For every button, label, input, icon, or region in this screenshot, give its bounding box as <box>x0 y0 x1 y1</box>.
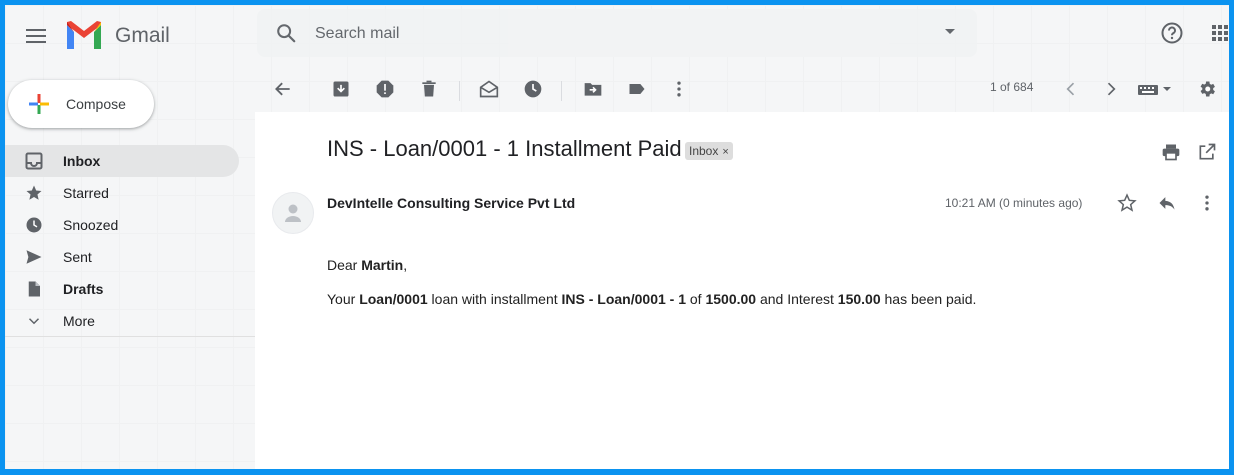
remove-label-icon[interactable]: × <box>722 146 728 158</box>
message-text: and Interest <box>756 291 838 307</box>
message-view: INS - Loan/0001 - 1 Installment Paid Inb… <box>255 112 1229 469</box>
newer-chevron-left-icon[interactable] <box>1061 79 1081 99</box>
toolbar-divider <box>459 81 460 101</box>
email-greeting: Dear Martin, <box>327 257 976 273</box>
greeting-suffix: , <box>403 257 408 273</box>
sidebar-item-label: More <box>63 313 95 329</box>
message-text: Your <box>327 291 360 307</box>
message-text: of <box>686 291 706 307</box>
person-icon <box>285 204 301 222</box>
archive-icon[interactable] <box>331 79 351 99</box>
pagination-count: 1 of 684 <box>990 80 1034 94</box>
sidebar-item-sent[interactable]: Sent <box>5 241 239 273</box>
sidebar-nav: Inbox Starred Snoozed Sent Drafts More <box>5 145 255 337</box>
search-input[interactable] <box>313 20 917 48</box>
app-window: Gmail Compose <box>0 0 1234 475</box>
sidebar-item-starred[interactable]: Starred <box>5 177 239 209</box>
compose-label: Compose <box>66 96 126 112</box>
inbox-label-chip[interactable]: Inbox × <box>685 142 733 160</box>
sender-name[interactable]: DevIntelle Consulting Service Pvt Ltd <box>327 195 575 211</box>
gmail-logo-icon[interactable] <box>65 19 103 51</box>
menu-bar <box>26 41 46 43</box>
search-bar[interactable] <box>257 9 977 57</box>
sidebar-item-snoozed[interactable]: Snoozed <box>5 209 239 241</box>
print-icon[interactable] <box>1161 142 1181 162</box>
message-more-vert-icon[interactable] <box>1197 193 1217 213</box>
reply-icon[interactable] <box>1157 193 1177 213</box>
snooze-icon[interactable] <box>523 79 543 99</box>
search-icon[interactable] <box>275 22 297 44</box>
email-message-line: Your Loan/0001 loan with installment INS… <box>327 291 976 307</box>
sidebar-item-drafts[interactable]: Drafts <box>5 273 239 305</box>
apps-grid-icon[interactable] <box>1208 21 1232 45</box>
inbox-icon <box>25 152 43 170</box>
installment-reference: INS - Loan/0001 - 1 <box>561 291 686 307</box>
loan-reference: Loan/0001 <box>359 291 428 307</box>
menu-bar <box>26 29 46 31</box>
app-brand: Gmail <box>115 24 170 47</box>
open-in-new-window-icon[interactable] <box>1197 142 1217 162</box>
sidebar-item-label: Sent <box>63 249 92 265</box>
settings-gear-icon[interactable] <box>1197 79 1217 99</box>
email-body: Dear Martin, Your Loan/0001 loan with in… <box>327 257 976 325</box>
label-chip-text: Inbox <box>689 144 719 158</box>
email-subject: INS - Loan/0001 - 1 Installment Paid <box>327 136 682 161</box>
input-tools-keyboard-icon[interactable] <box>1137 79 1173 99</box>
back-arrow-icon[interactable] <box>273 79 293 99</box>
star-outline-icon[interactable] <box>1117 193 1137 213</box>
greeting-prefix: Dear <box>327 257 362 273</box>
compose-plus-icon <box>29 94 49 114</box>
message-text: has been paid. <box>880 291 977 307</box>
sender-avatar[interactable] <box>272 192 314 234</box>
draft-icon <box>28 281 40 297</box>
compose-button[interactable]: Compose <box>8 80 154 128</box>
main-menu-button[interactable] <box>23 25 49 49</box>
interest-amount: 150.00 <box>837 291 881 307</box>
clock-icon <box>26 217 42 233</box>
chevron-down-icon <box>28 318 40 325</box>
more-vert-icon[interactable] <box>669 79 689 99</box>
sidebar-item-label: Starred <box>63 185 109 201</box>
recipient-name: Martin <box>361 257 404 273</box>
move-to-folder-icon[interactable] <box>583 79 603 99</box>
sidebar-item-label: Drafts <box>63 281 104 297</box>
toolbar-divider <box>561 81 562 101</box>
sidebar-divider <box>5 336 255 337</box>
label-icon[interactable] <box>627 79 647 99</box>
older-chevron-right-icon[interactable] <box>1101 79 1121 99</box>
menu-bar <box>26 35 46 37</box>
sidebar-item-inbox[interactable]: Inbox <box>5 145 239 177</box>
report-spam-icon[interactable] <box>375 79 395 99</box>
message-text: loan with installment <box>427 291 562 307</box>
mark-unread-icon[interactable] <box>479 79 499 99</box>
sidebar-item-more[interactable]: More <box>5 305 239 337</box>
installment-amount: 1500.00 <box>705 291 757 307</box>
trash-icon[interactable] <box>419 79 439 99</box>
message-toolbar: 1 of 684 <box>255 67 1229 111</box>
help-icon[interactable] <box>1160 21 1184 45</box>
send-icon <box>26 250 42 264</box>
sidebar-item-label: Inbox <box>63 153 101 169</box>
sidebar-item-label: Snoozed <box>63 217 119 233</box>
star-icon <box>26 185 42 200</box>
search-options-dropdown-icon[interactable] <box>945 29 955 34</box>
email-timestamp: 10:21 AM (0 minutes ago) <box>945 196 1083 210</box>
